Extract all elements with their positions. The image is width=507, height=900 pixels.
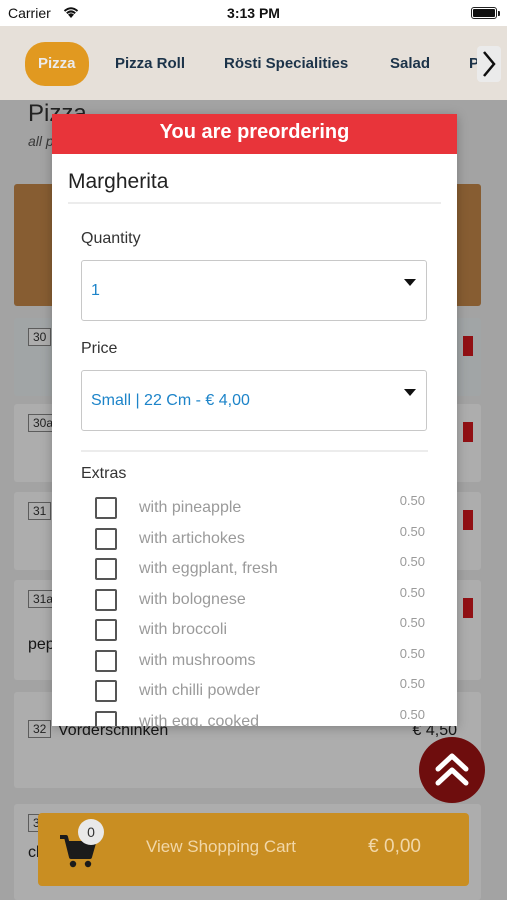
quantity-value: 1 <box>91 282 100 299</box>
dialog-header: You are preordering <box>52 114 457 154</box>
extra-price: 0.50 <box>399 524 425 539</box>
extra-option[interactable]: with egg, cooked 0.50 <box>95 707 425 726</box>
price-label: Price <box>81 340 118 357</box>
extra-price: 0.50 <box>399 615 425 630</box>
clock: 3:13 PM <box>227 5 280 21</box>
extra-option[interactable]: with eggplant, fresh 0.50 <box>95 554 425 582</box>
extra-option[interactable]: with pineapple 0.50 <box>95 493 425 521</box>
product-name: Margherita <box>68 170 169 193</box>
extra-label: with egg, cooked <box>139 713 260 726</box>
caret-down-icon <box>404 389 416 396</box>
extra-price: 0.50 <box>399 676 425 691</box>
extra-checkbox[interactable] <box>95 680 117 702</box>
cart-count-badge: 0 <box>78 819 104 845</box>
extra-price: 0.50 <box>399 585 425 600</box>
cart-label: View Shopping Cart <box>146 837 296 856</box>
extra-checkbox[interactable] <box>95 497 117 519</box>
extra-label: with artichokes <box>139 530 245 547</box>
extra-checkbox[interactable] <box>95 711 117 726</box>
extra-label: with eggplant, fresh <box>139 560 278 577</box>
battery-icon <box>471 7 500 19</box>
extra-price: 0.50 <box>399 707 425 722</box>
extra-option[interactable]: with artichokes 0.50 <box>95 524 425 552</box>
double-chevron-up-icon <box>435 753 469 786</box>
preorder-dialog: You are preordering Margherita Quantity … <box>52 114 457 726</box>
caret-down-icon <box>404 279 416 286</box>
extra-option[interactable]: with chilli powder 0.50 <box>95 676 425 704</box>
extra-option[interactable]: with bolognese 0.50 <box>95 585 425 613</box>
price-value: Small | 22 Cm - € 4,00 <box>91 392 250 409</box>
divider <box>81 450 428 452</box>
extra-checkbox[interactable] <box>95 589 117 611</box>
extra-label: with mushrooms <box>139 652 256 669</box>
extra-option[interactable]: with broccoli 0.50 <box>95 615 425 643</box>
extra-price: 0.50 <box>399 554 425 569</box>
extra-checkbox[interactable] <box>95 558 117 580</box>
cart-total: € 0,00 <box>368 836 421 857</box>
extras-label: Extras <box>81 465 127 482</box>
extra-price: 0.50 <box>399 646 425 661</box>
extra-checkbox[interactable] <box>95 650 117 672</box>
quantity-select[interactable]: 1 <box>81 260 427 321</box>
tab-bar-scrim <box>0 26 507 100</box>
extra-label: with broccoli <box>139 621 228 638</box>
scroll-top-button[interactable] <box>419 737 485 803</box>
view-cart-button[interactable]: 0 View Shopping Cart € 0,00 <box>38 813 469 886</box>
price-select[interactable]: Small | 22 Cm - € 4,00 <box>81 370 427 431</box>
extra-checkbox[interactable] <box>95 619 117 641</box>
divider <box>68 202 441 204</box>
extra-label: with chilli powder <box>139 682 260 699</box>
extra-checkbox[interactable] <box>95 528 117 550</box>
status-bar: Carrier 3:13 PM <box>0 0 507 26</box>
extra-option[interactable]: with mushrooms 0.50 <box>95 646 425 674</box>
extra-label: with bolognese <box>139 591 246 608</box>
quantity-label: Quantity <box>81 230 141 247</box>
extra-label: with pineapple <box>139 499 242 516</box>
extra-price: 0.50 <box>399 493 425 508</box>
